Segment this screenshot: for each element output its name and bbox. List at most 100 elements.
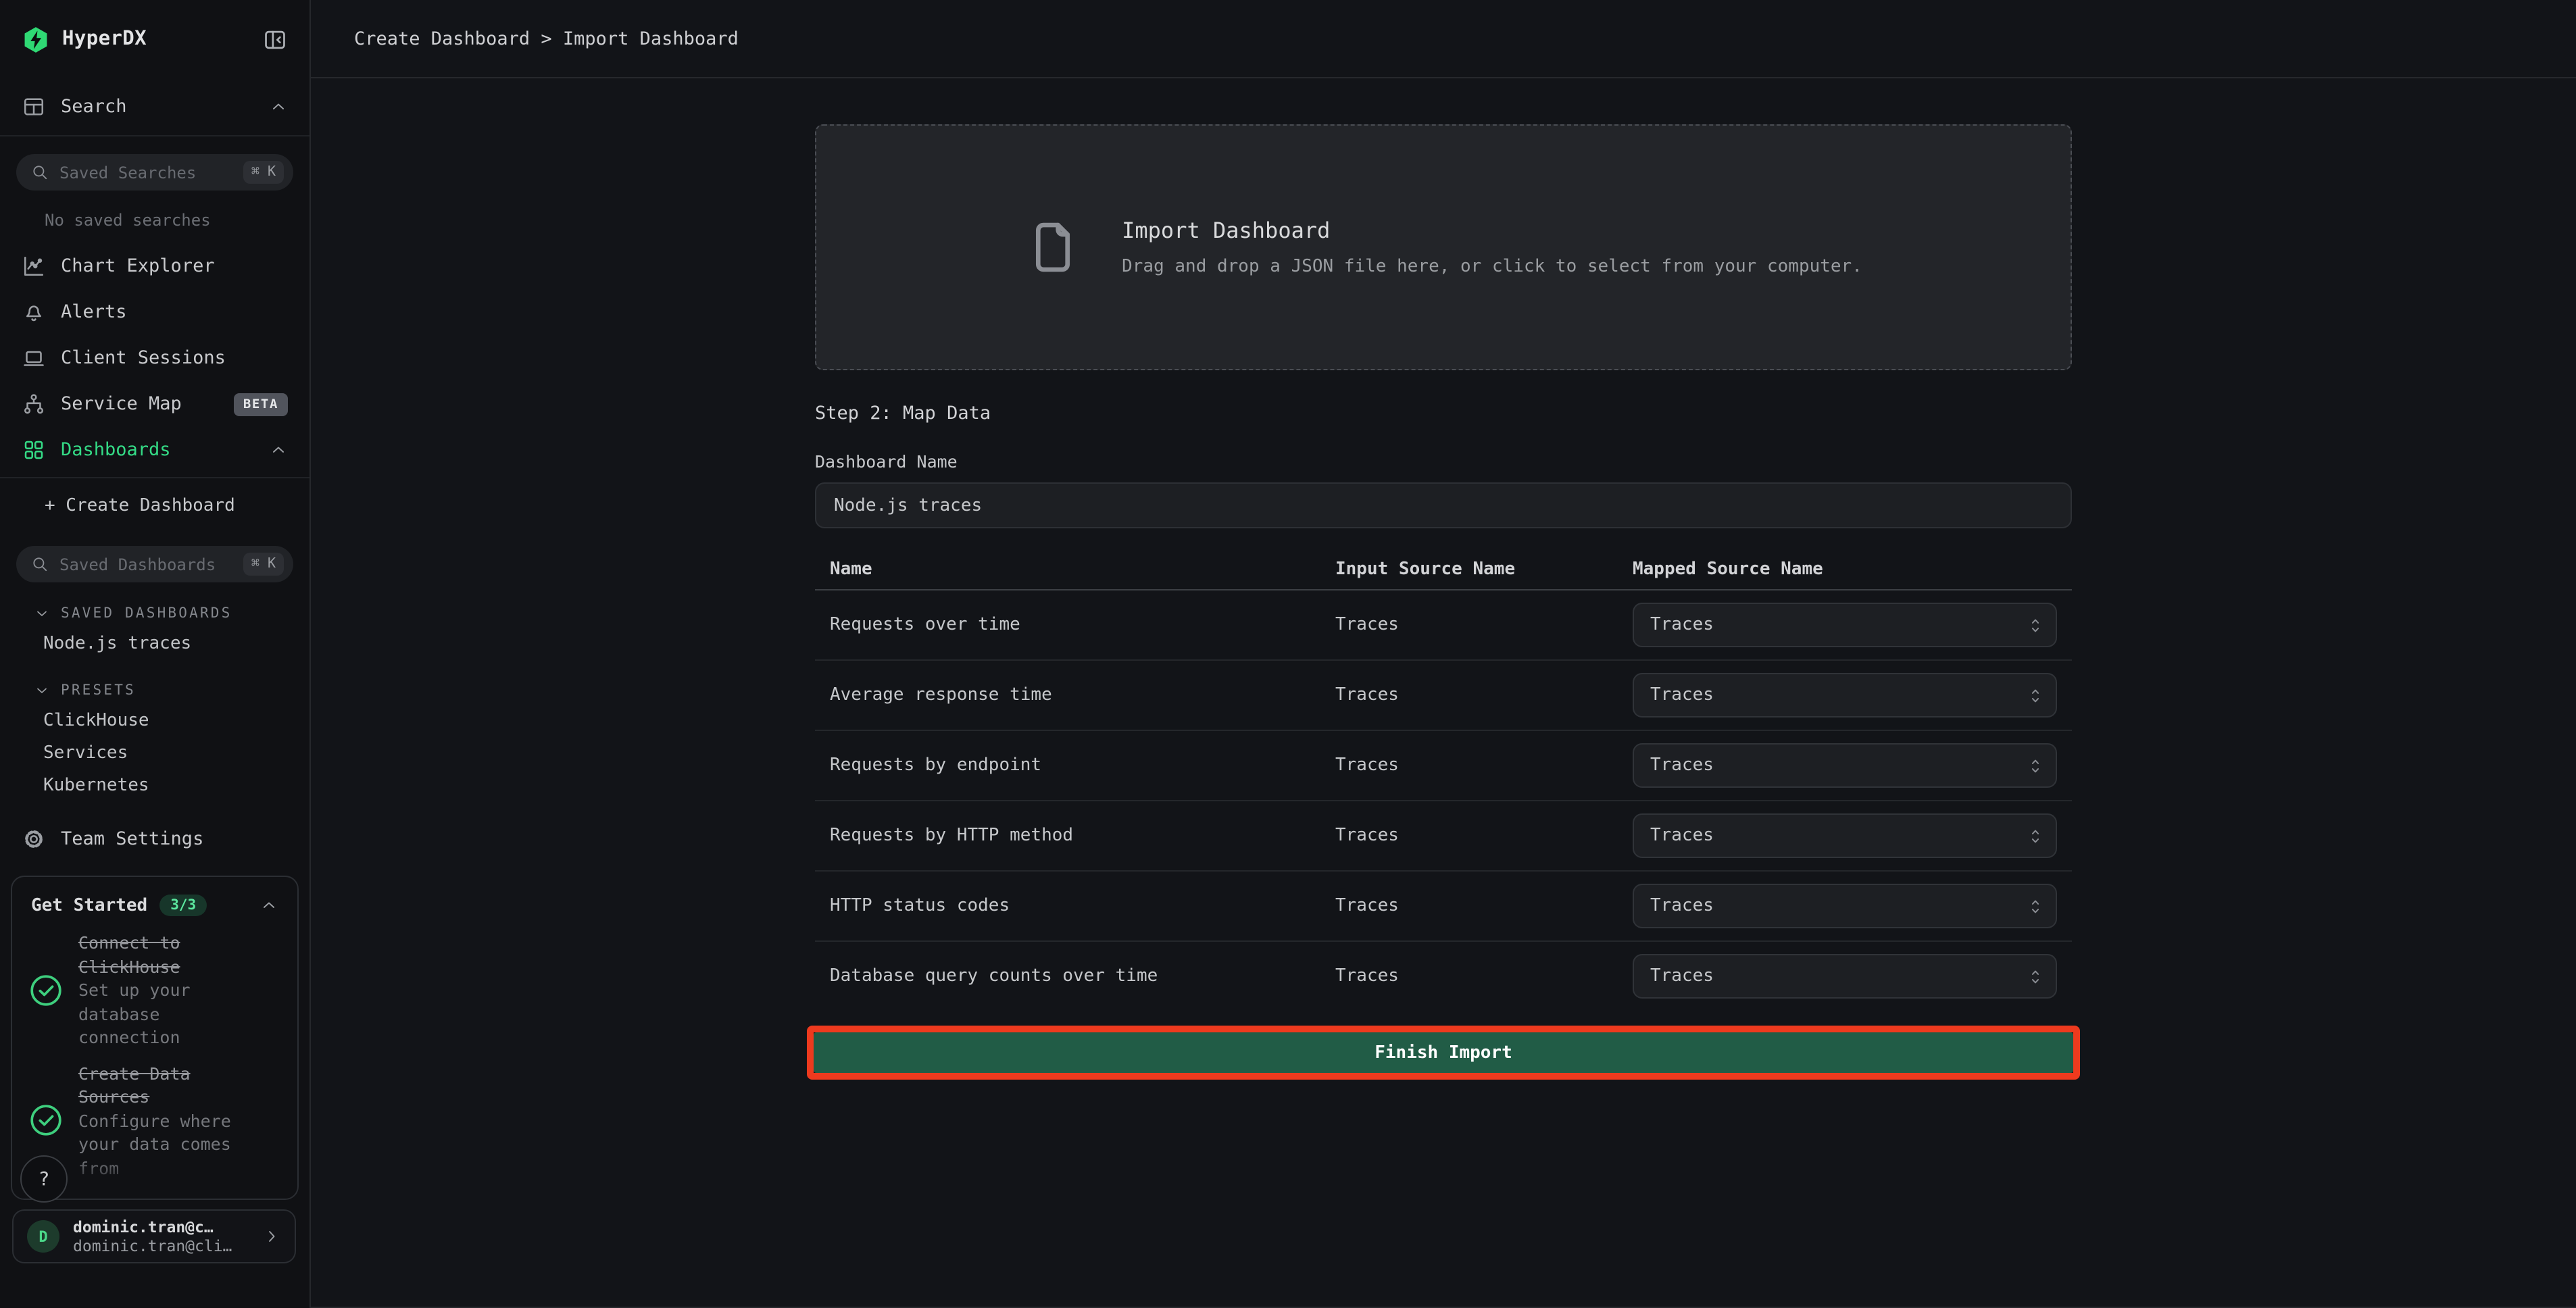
sidebar-item-client-sessions[interactable]: Client Sessions — [0, 335, 309, 381]
mapped-source-select[interactable]: Traces — [1633, 673, 2057, 718]
row-input-source: Traces — [1335, 755, 1633, 776]
sidebar-item-dashboards[interactable]: Dashboards — [0, 427, 309, 473]
collapse-sidebar-icon[interactable] — [262, 26, 288, 52]
chevron-up-icon — [259, 896, 278, 915]
check-circle-icon — [28, 973, 64, 1008]
dashboard-link-clickhouse[interactable]: ClickHouse — [0, 704, 309, 736]
chevron-down-icon — [34, 682, 50, 699]
user-name: dominic.tran@c… — [73, 1217, 232, 1236]
chevron-up-icon — [269, 441, 288, 459]
dashboard-link-services[interactable]: Services — [0, 736, 309, 769]
step-heading: Step 2: Map Data — [815, 403, 2072, 424]
get-started-title: Get Started — [31, 895, 147, 915]
saved-dashboards-input[interactable]: Saved Dashboards ⌘ K — [16, 546, 293, 582]
search-section-icon — [22, 95, 46, 119]
saved-searches-input[interactable]: Saved Searches ⌘ K — [16, 154, 293, 191]
sidebar-item-service-map[interactable]: Service MapBETA — [0, 381, 309, 427]
user-menu[interactable]: D dominic.tran@c… dominic.tran@cli… — [12, 1209, 296, 1263]
chevron-right-icon — [262, 1227, 281, 1246]
finish-import-button[interactable]: Finish Import — [814, 1032, 2073, 1073]
dashboards-icon — [22, 438, 46, 462]
check-circle-icon — [28, 1103, 64, 1138]
mapped-source-value: Traces — [1650, 755, 1714, 776]
dashboard-name-label: Dashboard Name — [815, 451, 2072, 472]
sidebar-item-search[interactable]: Search — [0, 78, 309, 136]
app-window: HyperDX Search Saved Searches ⌘ K No sav… — [0, 0, 2576, 1308]
dashboard-name-input[interactable]: Node.js traces — [815, 482, 2072, 528]
chart-explorer-icon — [22, 254, 46, 278]
table-body: Requests over timeTracesTracesAverage re… — [815, 590, 2072, 1011]
row-input-source: Traces — [1335, 826, 1633, 846]
dashboard-sections: SAVED DASHBOARDS Node.js traces PRESETSCli… — [0, 600, 309, 801]
section-header-presets[interactable]: PRESETS — [0, 677, 309, 704]
import-dropzone[interactable]: Import Dashboard Drag and drop a JSON fi… — [815, 124, 2072, 370]
row-name: Database query counts over time — [815, 966, 1335, 986]
gear-icon — [22, 827, 46, 851]
section-header-saved-dashboards[interactable]: SAVED DASHBOARDS — [0, 600, 309, 627]
saved-searches-placeholder: Saved Searches — [59, 163, 232, 182]
sidebar-item-chart-explorer[interactable]: Chart Explorer — [0, 243, 309, 289]
help-button[interactable]: ? — [20, 1155, 68, 1203]
sidebar-nav: Chart Explorer Alerts Client Sessions Servi… — [0, 243, 309, 473]
table-row: Requests over timeTracesTraces — [815, 590, 2072, 661]
get-started-panel: Get Started 3/3 Connect to ClickHouseSet… — [11, 876, 299, 1200]
bell-icon — [22, 300, 46, 324]
sidebar-item-label: Dashboards — [61, 439, 171, 461]
sidebar-item-team-settings[interactable]: Team Settings — [0, 816, 309, 862]
topbar: Create Dashboard > Import Dashboard — [311, 0, 2576, 78]
avatar: D — [27, 1220, 59, 1253]
breadcrumb: Create Dashboard > Import Dashboard — [354, 28, 739, 49]
get-started-header[interactable]: Get Started 3/3 — [12, 877, 297, 919]
dropzone-subtitle: Drag and drop a JSON file here, or click… — [1122, 257, 1862, 277]
select-carets-icon — [2026, 684, 2045, 706]
app-title: HyperDX — [62, 28, 147, 50]
hyperdx-logo-icon — [22, 25, 50, 53]
select-carets-icon — [2026, 825, 2045, 847]
get-started-item-text: Connect to ClickHouseSet up your databas… — [78, 931, 241, 1049]
file-icon — [1024, 212, 1081, 282]
get-started-item-text: Create Data SourcesConfigure where your … — [78, 1061, 241, 1180]
row-name: Requests by endpoint — [815, 755, 1335, 776]
get-started-item-subtitle: Configure where your data comes from — [78, 1109, 241, 1180]
table-row: Requests by endpointTracesTraces — [815, 731, 2072, 801]
get-started-item[interactable]: Connect to ClickHouseSet up your databas… — [12, 919, 297, 1049]
sidebar-item-label: Client Sessions — [61, 347, 226, 369]
get-started-items: Connect to ClickHouseSet up your databas… — [12, 919, 297, 1180]
sidebar-item-label: Team Settings — [61, 828, 203, 850]
section-label: SAVED DASHBOARDS — [61, 605, 232, 622]
keyboard-shortcut-badge: ⌘ K — [243, 161, 284, 184]
mapped-source-select[interactable]: Traces — [1633, 813, 2057, 858]
dashboard-link-kubernetes[interactable]: Kubernetes — [0, 769, 309, 801]
chevron-down-icon — [34, 605, 50, 622]
dashboard-link-node-js-traces[interactable]: Node.js traces — [0, 627, 309, 659]
laptop-icon — [22, 346, 46, 370]
sidebar-header: HyperDX — [0, 0, 309, 78]
column-header-mapped-source: Mapped Source Name — [1633, 559, 2072, 580]
row-input-source: Traces — [1335, 615, 1633, 635]
select-carets-icon — [2026, 895, 2045, 917]
table-header: Name Input Source Name Mapped Source Nam… — [815, 550, 2072, 590]
mapped-source-select[interactable]: Traces — [1633, 884, 2057, 928]
sidebar-item-alerts[interactable]: Alerts — [0, 289, 309, 335]
mapped-source-select[interactable]: Traces — [1633, 603, 2057, 647]
mapped-source-value: Traces — [1650, 896, 1714, 916]
select-carets-icon — [2026, 755, 2045, 776]
table-row: Database query counts over timeTracesTra… — [815, 942, 2072, 1011]
create-dashboard-button[interactable]: + Create Dashboard — [0, 482, 309, 528]
column-header-input-source: Input Source Name — [1335, 559, 1633, 580]
keyboard-shortcut-badge: ⌘ K — [243, 553, 284, 576]
sidebar-item-label: Alerts — [61, 301, 127, 323]
row-name: Requests by HTTP method — [815, 826, 1335, 846]
sidebar-item-label: Search — [61, 96, 127, 118]
dropzone-title: Import Dashboard — [1122, 218, 1862, 243]
user-email: dominic.tran@cli… — [73, 1236, 232, 1255]
mapped-source-select[interactable]: Traces — [1633, 743, 2057, 788]
row-name: Requests over time — [815, 615, 1335, 635]
mapped-source-select[interactable]: Traces — [1633, 954, 2057, 999]
row-input-source: Traces — [1335, 896, 1633, 916]
row-name: HTTP status codes — [815, 896, 1335, 916]
mapped-source-value: Traces — [1650, 966, 1714, 986]
chevron-up-icon — [269, 97, 288, 116]
divider — [0, 477, 309, 478]
table-row: Requests by HTTP methodTracesTraces — [815, 801, 2072, 872]
